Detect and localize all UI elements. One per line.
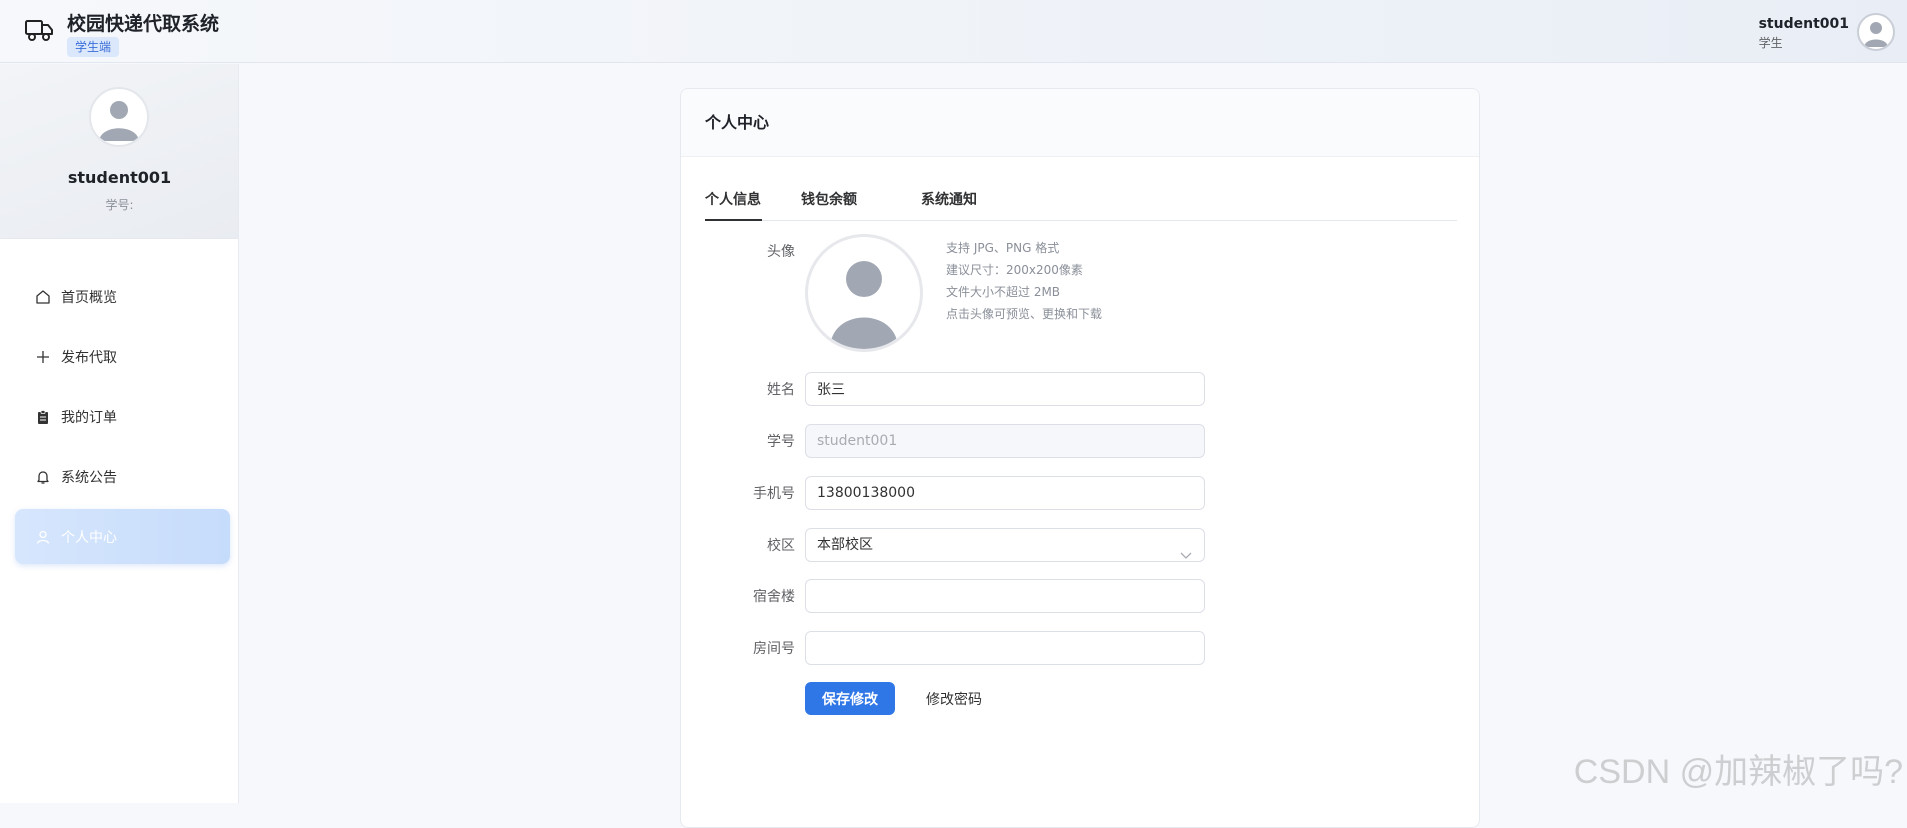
user-avatar-icon — [91, 89, 147, 145]
page-title: 个人中心 — [681, 89, 1479, 157]
truck-icon — [24, 18, 54, 42]
avatar-tips: 支持 JPG、PNG 格式 建议尺寸：200x200像素 文件大小不超过 2MB… — [946, 237, 1102, 325]
top-bar: 校园快递代取系统 学生端 student001 学生 — [0, 0, 1907, 63]
plus-icon — [35, 349, 51, 365]
tip-line: 点击头像可预览、更换和下载 — [946, 303, 1102, 325]
tab-notifications[interactable]: 系统通知 — [921, 189, 977, 221]
role-tag: 学生端 — [67, 37, 119, 57]
sidebar-item-label: 我的订单 — [61, 407, 117, 427]
dorm-input[interactable] — [805, 579, 1205, 613]
room-label: 房间号 — [705, 638, 795, 658]
user-role: 学生 — [1759, 34, 1849, 51]
student-id-label: 学号 — [705, 431, 795, 451]
app-title: 校园快递代取系统 — [67, 9, 219, 36]
avatar-label: 头像 — [705, 241, 795, 261]
sidebar-item-label: 发布代取 — [61, 347, 117, 367]
sidebar-avatar — [89, 87, 149, 147]
student-id-input — [805, 424, 1205, 458]
sidebar-item-label: 个人中心 — [61, 527, 117, 547]
avatar-upload[interactable] — [805, 234, 923, 352]
sidebar: student001 学号: 首页概览 发布代取 我的订单 系统公告 — [0, 64, 239, 803]
campus-label: 校区 — [705, 535, 795, 555]
phone-input[interactable] — [805, 476, 1205, 510]
tabs: 个人信息 钱包余额 系统通知 — [705, 189, 1457, 221]
user-name: student001 — [1759, 16, 1849, 32]
sidebar-item-announcements[interactable]: 系统公告 — [15, 449, 230, 504]
tip-line: 建议尺寸：200x200像素 — [946, 259, 1102, 281]
user-icon — [35, 529, 51, 545]
sidebar-item-profile[interactable]: 个人中心 — [15, 509, 230, 564]
clipboard-icon — [35, 409, 51, 425]
sidebar-item-orders[interactable]: 我的订单 — [15, 389, 230, 444]
user-avatar-icon — [1859, 15, 1893, 49]
bell-icon — [35, 469, 51, 485]
dorm-label: 宿舍楼 — [705, 586, 795, 606]
tab-wallet[interactable]: 钱包余额 — [801, 189, 857, 221]
chevron-down-icon — [1180, 540, 1192, 550]
sidebar-user-name: student001 — [0, 168, 239, 187]
watermark: CSDN @加辣椒了吗? — [1574, 744, 1903, 793]
avatar[interactable] — [1857, 13, 1895, 51]
save-button[interactable]: 保存修改 — [805, 682, 895, 715]
user-avatar-icon — [808, 237, 920, 349]
tip-line: 支持 JPG、PNG 格式 — [946, 237, 1102, 259]
name-input[interactable] — [805, 372, 1205, 406]
sidebar-student-id: 学号: — [0, 196, 239, 213]
user-info[interactable]: student001 学生 — [1759, 16, 1849, 51]
room-input[interactable] — [805, 631, 1205, 665]
sidebar-item-label: 首页概览 — [61, 287, 117, 307]
change-password-button[interactable]: 修改密码 — [911, 682, 997, 715]
phone-label: 手机号 — [705, 483, 795, 503]
tab-personal-info[interactable]: 个人信息 — [705, 189, 762, 221]
name-label: 姓名 — [705, 379, 795, 399]
sidebar-profile: student001 学号: — [0, 64, 238, 239]
profile-card: 个人中心 个人信息 钱包余额 系统通知 头像 支持 JPG、PNG 格式 建议尺… — [680, 88, 1480, 828]
tip-line: 文件大小不超过 2MB — [946, 281, 1102, 303]
home-icon — [35, 289, 51, 305]
campus-selected-value: 本部校区 — [817, 537, 873, 553]
sidebar-item-home[interactable]: 首页概览 — [15, 269, 230, 324]
sidebar-item-label: 系统公告 — [61, 467, 117, 487]
sidebar-item-publish[interactable]: 发布代取 — [15, 329, 230, 384]
campus-select[interactable]: 本部校区 — [805, 528, 1205, 562]
